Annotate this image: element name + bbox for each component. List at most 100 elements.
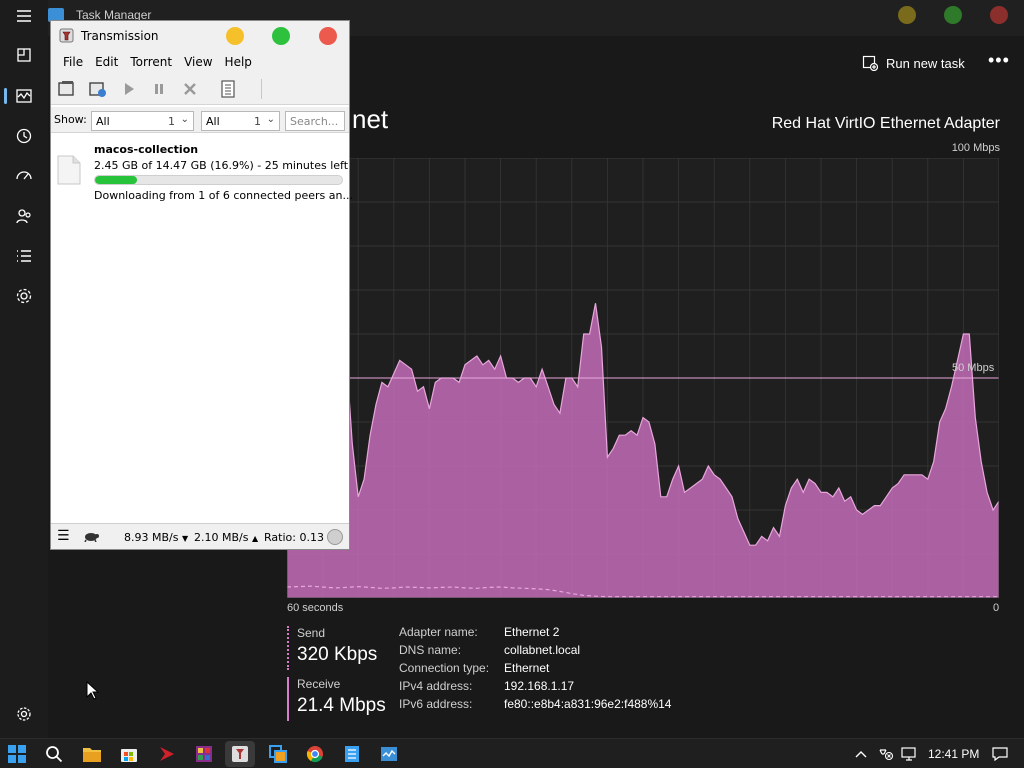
- torrent-list-item[interactable]: macos-collection 2.45 GB of 14.47 GB (16…: [51, 135, 353, 203]
- filter-bar: Show: All 1 ⌄ All 1 ⌄ Search...: [51, 107, 349, 133]
- more-options-button[interactable]: •••: [988, 50, 1010, 71]
- properties-button[interactable]: [217, 79, 239, 99]
- x-axis-left-label: 60 seconds: [287, 602, 344, 614]
- arrow-up-icon: ▲: [251, 534, 259, 543]
- remove-button[interactable]: [179, 79, 201, 99]
- detail-key: IPv4 address:: [399, 679, 473, 693]
- receive-label: Receive: [297, 677, 341, 691]
- chevron-down-icon: ⌄: [180, 114, 189, 125]
- start-button[interactable]: [118, 79, 140, 99]
- maximize-button[interactable]: [944, 6, 962, 24]
- torrent-progress-fill: [95, 176, 137, 184]
- send-stat: Send 320 Kbps: [287, 626, 377, 670]
- chevron-up-icon[interactable]: [853, 746, 869, 762]
- run-new-task-label: Run new task: [886, 55, 965, 71]
- task-manager-icon[interactable]: [378, 743, 400, 765]
- x-axis-right-label: 0: [993, 602, 1000, 614]
- maximize-button[interactable]: [272, 27, 290, 45]
- toolbar-separator: [261, 79, 262, 99]
- show-label: Show:: [54, 113, 87, 126]
- processes-icon[interactable]: [14, 45, 34, 65]
- menu-bar: File Edit Torrent View Help: [51, 51, 349, 73]
- page-title: net: [352, 104, 389, 134]
- details-icon[interactable]: [14, 246, 34, 266]
- close-button[interactable]: [990, 6, 1008, 24]
- options-menu-icon[interactable]: ☰: [57, 529, 70, 543]
- menu-torrent[interactable]: Torrent: [124, 51, 178, 73]
- activity-filter-value: All: [96, 115, 110, 128]
- send-value: 320 Kbps: [297, 644, 378, 665]
- settings-icon[interactable]: [14, 704, 34, 724]
- startup-icon[interactable]: [14, 166, 34, 186]
- store-icon[interactable]: [118, 743, 140, 765]
- active-indicator: [4, 88, 7, 104]
- display-icon[interactable]: [901, 746, 917, 762]
- open-url-icon: [89, 82, 106, 97]
- users-icon[interactable]: [14, 206, 34, 226]
- detail-row: Connection type: Ethernet: [399, 661, 671, 679]
- torrent-progress-bar: [94, 175, 343, 185]
- detail-key: Adapter name:: [399, 625, 478, 639]
- search-icon[interactable]: [43, 743, 65, 765]
- mouse-cursor-icon: [86, 681, 100, 700]
- pause-button[interactable]: [148, 79, 170, 99]
- transmission-titlebar[interactable]: Transmission: [51, 21, 349, 51]
- ratio-mode-icon[interactable]: [327, 529, 343, 545]
- copy-app-icon[interactable]: [267, 743, 289, 765]
- receive-stat: Receive 21.4 Mbps: [287, 677, 386, 721]
- notepad-icon[interactable]: [341, 743, 363, 765]
- pause-icon: [155, 84, 163, 94]
- open-torrent-icon: [58, 81, 74, 96]
- receive-value: 21.4 Mbps: [297, 695, 386, 716]
- detail-value: collabnet.local: [504, 643, 581, 657]
- chart-mid-label: 50 Mbps: [952, 362, 995, 374]
- network-icon[interactable]: [878, 746, 894, 762]
- activity-filter-select[interactable]: All 1 ⌄: [91, 111, 194, 131]
- detail-key: IPv6 address:: [399, 697, 473, 711]
- detail-value: Ethernet 2: [504, 625, 560, 639]
- menu-file[interactable]: File: [57, 51, 89, 73]
- transmission-icon[interactable]: [225, 741, 255, 767]
- detail-row: DNS name: collabnet.local: [399, 643, 671, 661]
- minimize-button[interactable]: [898, 6, 916, 24]
- run-task-icon: [862, 55, 878, 71]
- performance-icon[interactable]: [14, 86, 34, 106]
- notification-icon[interactable]: [992, 746, 1008, 762]
- chevron-down-icon: ⌄: [266, 114, 275, 125]
- clock[interactable]: 12:41 PM: [928, 747, 979, 761]
- services-icon[interactable]: [14, 286, 34, 306]
- menu-help[interactable]: Help: [219, 51, 258, 73]
- hamburger-icon[interactable]: [14, 6, 34, 26]
- status-bar: ☰ 8.93 MB/s ▼ 2.10 MB/s ▲ Ratio: 0.13: [51, 523, 349, 549]
- open-torrent-button[interactable]: [56, 79, 78, 99]
- transmission-title: Transmission: [81, 29, 159, 43]
- menu-edit[interactable]: Edit: [89, 51, 124, 73]
- taskbar: 12:41 PM: [0, 738, 1024, 768]
- red-app-icon[interactable]: [156, 743, 178, 765]
- throughput-chart: [287, 158, 999, 598]
- tracker-filter-select[interactable]: All 1 ⌄: [201, 111, 280, 131]
- activity-filter-count: 1: [168, 115, 175, 128]
- torrent-status: Downloading from 1 of 6 connected peers …: [94, 189, 353, 202]
- nav-sidebar: [0, 0, 48, 738]
- turtle-icon[interactable]: [83, 530, 99, 542]
- ratio-text: Ratio: 0.13: [264, 531, 324, 544]
- detail-row: Adapter name: Ethernet 2: [399, 625, 671, 643]
- play-icon: [125, 83, 134, 95]
- tracker-filter-value: All: [206, 115, 220, 128]
- minimize-button[interactable]: [226, 27, 244, 45]
- close-button[interactable]: [319, 27, 337, 45]
- start-icon[interactable]: [6, 743, 28, 765]
- detail-row: IPv4 address: 192.168.1.17: [399, 679, 671, 697]
- file-explorer-icon[interactable]: [81, 743, 103, 765]
- torrent-progress-text: 2.45 GB of 14.47 GB (16.9%) - 25 minutes…: [94, 159, 349, 172]
- detail-value: fe80::e8b4:a831:96e2:f488%14: [504, 697, 672, 711]
- chrome-icon[interactable]: [304, 743, 326, 765]
- open-url-button[interactable]: [87, 79, 109, 99]
- run-new-task-button[interactable]: Run new task: [862, 52, 965, 74]
- adapter-name: Red Hat VirtIO Ethernet Adapter: [771, 115, 1000, 132]
- search-input[interactable]: Search...: [285, 111, 345, 131]
- colorful-app-icon[interactable]: [193, 743, 215, 765]
- app-history-icon[interactable]: [14, 126, 34, 146]
- menu-view[interactable]: View: [178, 51, 218, 73]
